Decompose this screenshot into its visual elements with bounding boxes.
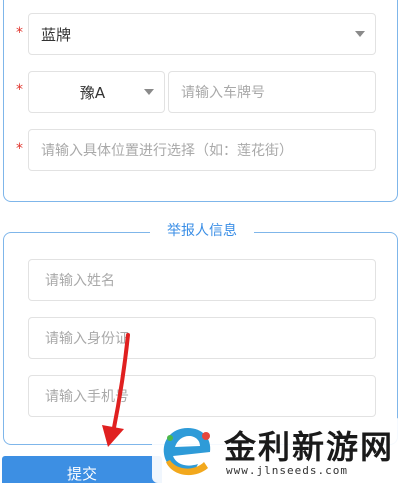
name-placeholder: 请输入姓名 <box>45 273 115 289</box>
location-placeholder: 请输入具体位置进行选择（如：莲花街） <box>41 143 293 159</box>
plate-number-input[interactable]: 请输入车牌号 <box>168 71 376 113</box>
reporter-section-title: 举报人信息 <box>150 220 254 242</box>
watermark-url: www.jlnseeds.com <box>226 464 348 477</box>
watermark-title: 金利新游网 <box>224 428 395 466</box>
caret-down-icon <box>355 31 365 37</box>
name-input[interactable]: 请输入姓名 <box>28 259 376 301</box>
plate-number-placeholder: 请输入车牌号 <box>181 85 265 101</box>
plate-color-select[interactable]: 蓝牌 <box>28 13 376 55</box>
arrow-icon <box>102 333 130 447</box>
caret-down-icon <box>144 89 154 95</box>
e-logo-icon <box>163 428 211 476</box>
plate-color-value: 蓝牌 <box>41 25 72 44</box>
id-card-input[interactable]: 请输入身份证 <box>28 317 376 359</box>
submit-label: 提交 <box>66 464 97 483</box>
required-mark: * <box>16 82 23 98</box>
plate-prefix-value: 豫A <box>79 83 106 102</box>
submit-button[interactable]: 提交 <box>2 456 162 483</box>
location-input[interactable]: 请输入具体位置进行选择（如：莲花街） <box>28 129 376 171</box>
required-mark: * <box>16 141 23 157</box>
watermark: 金利新游网 www.jlnseeds.com <box>152 418 402 483</box>
plate-prefix-select[interactable]: 豫A <box>28 71 165 113</box>
required-mark: * <box>16 25 23 41</box>
phone-input[interactable]: 请输入手机号 <box>28 375 376 417</box>
